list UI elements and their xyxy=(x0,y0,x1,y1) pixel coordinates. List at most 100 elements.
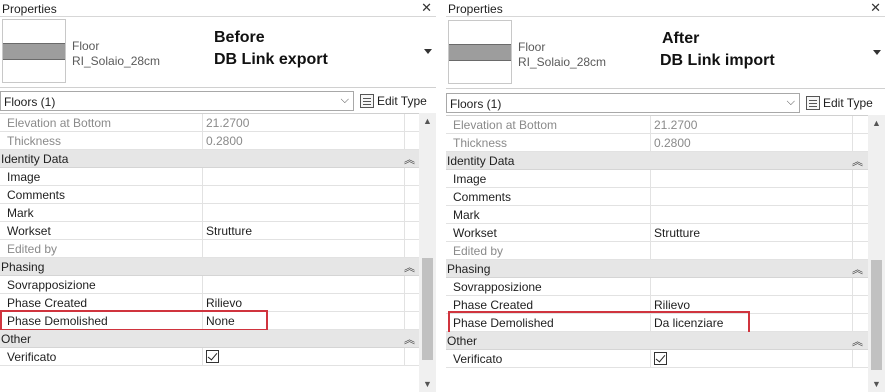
property-row-edited-by[interactable]: Edited by xyxy=(446,242,868,260)
property-label: Image xyxy=(453,172,487,186)
property-label: Phase Demolished xyxy=(453,316,554,330)
vertical-scrollbar[interactable]: ▲ ▼ xyxy=(868,115,885,392)
verificato-checkbox[interactable] xyxy=(206,350,219,363)
instance-filter-value: Floors (1) xyxy=(4,95,56,109)
group-header-other[interactable]: Other ︽ xyxy=(0,330,419,348)
type-selector-header[interactable]: Floor RI_Solaio_28cm After DB Link impor… xyxy=(446,18,885,89)
property-row-mark[interactable]: Mark xyxy=(0,204,419,222)
property-row-edited-by[interactable]: Edited by xyxy=(0,240,419,258)
type-family: Floor xyxy=(72,39,100,53)
chevron-up-icon[interactable]: ︽ xyxy=(404,259,415,275)
property-label: Workset xyxy=(453,226,497,240)
group-header-phasing[interactable]: Phasing ︽ xyxy=(446,260,868,278)
type-dropdown-arrow-icon[interactable] xyxy=(424,49,432,54)
annotation-line-1: Before xyxy=(214,29,265,46)
chevron-down-icon[interactable]: ⌵ xyxy=(341,94,349,107)
group-header-identity-data[interactable]: Identity Data ︽ xyxy=(0,150,419,168)
property-row-thickness[interactable]: Thickness 0.2800 xyxy=(446,134,868,152)
annotation-line-2: DB Link export xyxy=(214,51,328,68)
property-label: Comments xyxy=(7,188,66,202)
edit-type-button[interactable]: Edit Type xyxy=(806,93,873,113)
vertical-scrollbar[interactable]: ▲ ▼ xyxy=(419,113,436,392)
property-value: 21.2700 xyxy=(654,118,698,132)
type-name: RI_Solaio_28cm xyxy=(72,54,161,68)
chevron-up-icon[interactable]: ︽ xyxy=(404,151,415,167)
property-label: Sovrapposizione xyxy=(453,280,542,294)
verificato-checkbox[interactable] xyxy=(654,352,667,365)
chevron-up-icon[interactable]: ︽ xyxy=(404,331,415,347)
annotation-line-1: After xyxy=(662,30,700,47)
group-header-other[interactable]: Other ︽ xyxy=(446,332,868,350)
close-icon[interactable]: ✕ xyxy=(421,0,432,16)
instance-filter-value: Floors (1) xyxy=(450,97,502,111)
property-row-elevation[interactable]: Elevation at Bottom 21.2700 xyxy=(0,114,419,132)
group-header-phasing[interactable]: Phasing ︽ xyxy=(0,258,419,276)
property-label: Workset xyxy=(7,224,51,238)
property-value: Rilievo xyxy=(206,296,243,310)
close-icon[interactable]: ✕ xyxy=(870,0,881,16)
property-value: 0.2800 xyxy=(206,134,243,148)
property-value: Strutture xyxy=(654,226,701,240)
type-selector-header[interactable]: Floor RI_Solaio_28cm Before DB Link expo… xyxy=(0,17,436,88)
properties-panel-after: Properties ✕ Floor RI_Solaio_28cm After … xyxy=(446,0,885,392)
type-dropdown-arrow-icon[interactable] xyxy=(873,50,881,55)
property-row-image[interactable]: Image xyxy=(446,170,868,188)
property-row-workset[interactable]: Workset Strutture xyxy=(0,222,419,240)
scroll-up-icon[interactable]: ▲ xyxy=(868,115,885,131)
property-label: Thickness xyxy=(7,134,62,148)
property-row-sovrapposizione[interactable]: Sovrapposizione xyxy=(0,276,419,294)
floor-preview-image xyxy=(448,20,512,84)
annotation-line-2: DB Link import xyxy=(660,52,775,69)
property-row-phase-demolished[interactable]: Phase Demolished None xyxy=(0,310,419,331)
property-label: Elevation at Bottom xyxy=(7,116,112,130)
scroll-down-icon[interactable]: ▼ xyxy=(868,376,885,392)
annotation-label: Before DB Link export xyxy=(214,27,328,71)
property-row-sovrapposizione[interactable]: Sovrapposizione xyxy=(446,278,868,296)
property-row-thickness[interactable]: Thickness 0.2800 xyxy=(0,132,419,150)
property-value: Da licenziare xyxy=(654,316,724,330)
property-value: None xyxy=(206,314,235,328)
property-row-comments[interactable]: Comments xyxy=(446,188,868,206)
chevron-up-icon[interactable]: ︽ xyxy=(852,261,863,277)
chevron-up-icon[interactable]: ︽ xyxy=(852,153,863,169)
property-label: Verificato xyxy=(453,352,503,366)
property-label: Phase Created xyxy=(453,298,534,312)
property-row-comments[interactable]: Comments xyxy=(0,186,419,204)
property-value: Rilievo xyxy=(654,298,691,312)
group-header-identity-data[interactable]: Identity Data ︽ xyxy=(446,152,868,170)
scroll-up-icon[interactable]: ▲ xyxy=(419,113,436,129)
instance-filter-dropdown[interactable]: Floors (1) ⌵ xyxy=(0,91,354,111)
property-row-elevation[interactable]: Elevation at Bottom 21.2700 xyxy=(446,116,868,134)
instance-filter-row: Floors (1) ⌵ Edit Type xyxy=(0,89,436,113)
instance-filter-row: Floors (1) ⌵ Edit Type xyxy=(446,91,885,115)
property-label: Thickness xyxy=(453,136,508,150)
panel-title: Properties xyxy=(448,2,503,16)
property-row-phase-created[interactable]: Phase Created Rilievo xyxy=(0,294,419,312)
property-row-workset[interactable]: Workset Strutture xyxy=(446,224,868,242)
property-row-verificato[interactable]: Verificato xyxy=(446,350,868,368)
scroll-down-icon[interactable]: ▼ xyxy=(419,376,436,392)
chevron-down-icon[interactable]: ⌵ xyxy=(787,96,795,109)
floor-preview-image xyxy=(2,19,66,83)
annotation-label: After DB Link import xyxy=(660,28,775,72)
panel-titlebar: Properties ✕ xyxy=(446,0,885,17)
edit-type-label: Edit Type xyxy=(377,94,427,108)
property-label: Edited by xyxy=(453,244,504,258)
chevron-up-icon[interactable]: ︽ xyxy=(852,333,863,349)
property-row-mark[interactable]: Mark xyxy=(446,206,868,224)
instance-filter-dropdown[interactable]: Floors (1) ⌵ xyxy=(446,93,800,113)
property-row-phase-created[interactable]: Phase Created Rilievo xyxy=(446,296,868,314)
type-name: RI_Solaio_28cm xyxy=(518,55,607,69)
scrollbar-thumb[interactable] xyxy=(422,258,433,360)
scrollbar-thumb[interactable] xyxy=(871,260,882,370)
properties-grid: Elevation at Bottom 21.2700 Thickness 0.… xyxy=(0,113,419,366)
property-label: Verificato xyxy=(7,350,57,364)
edit-type-button[interactable]: Edit Type xyxy=(360,91,427,111)
property-row-image[interactable]: Image xyxy=(0,168,419,186)
property-label: Phase Demolished xyxy=(7,314,108,328)
property-row-phase-demolished[interactable]: Phase Demolished Da licenziare xyxy=(446,311,868,334)
property-row-verificato[interactable]: Verificato xyxy=(0,348,419,366)
edit-type-icon xyxy=(360,94,374,108)
property-label: Image xyxy=(7,170,41,184)
property-label: Mark xyxy=(453,208,480,222)
